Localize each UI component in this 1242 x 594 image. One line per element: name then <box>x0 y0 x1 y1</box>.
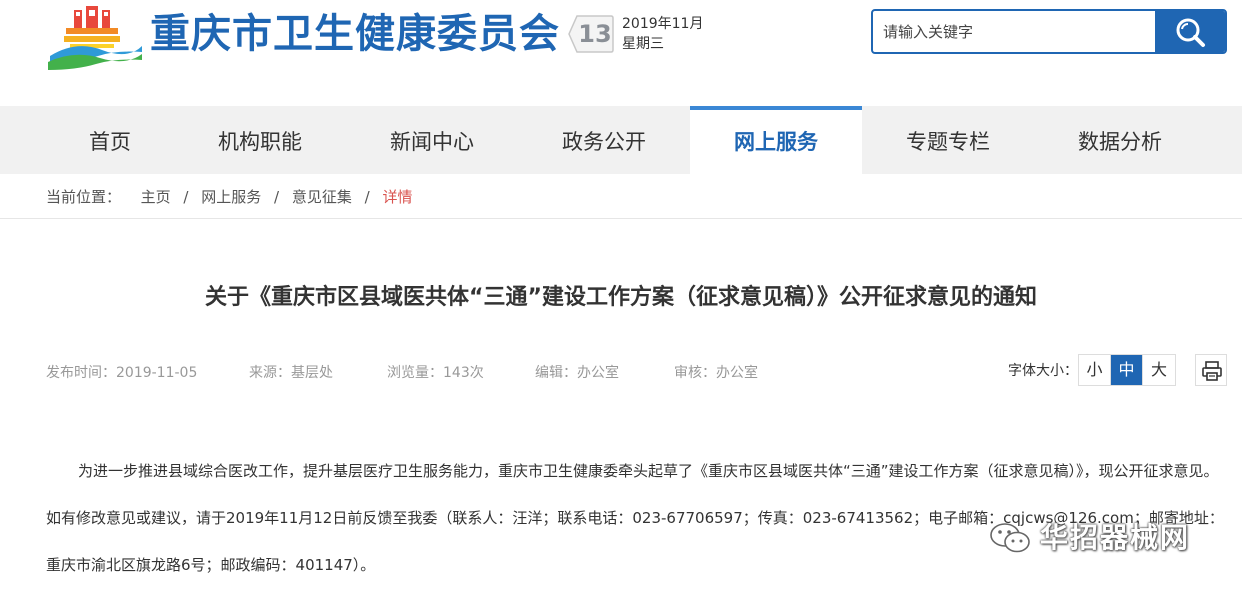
wechat-icon <box>990 523 1030 553</box>
nav-item-data-analysis[interactable]: 数据分析 <box>1034 106 1206 174</box>
breadcrumb-current: 详情 <box>382 188 413 206</box>
date-day: 13 <box>578 20 612 48</box>
print-button[interactable] <box>1195 354 1227 386</box>
font-size-selector: 小 中 大 <box>1078 354 1176 386</box>
font-size-small-button[interactable]: 小 <box>1079 355 1111 385</box>
nav-item-institution[interactable]: 机构职能 <box>174 106 346 174</box>
meta-views: 浏览量：143次 <box>387 365 484 381</box>
meta-reviewer: 审核：办公室 <box>674 365 758 381</box>
breadcrumb-separator: / <box>274 188 280 206</box>
font-size-label: 字体大小： <box>1008 363 1078 379</box>
main-nav: 首页 机构职能 新闻中心 政务公开 网上服务 专题专栏 数据分析 <box>0 106 1242 174</box>
date-weekday: 星期三 <box>622 36 664 52</box>
nav-item-home[interactable]: 首页 <box>46 106 174 174</box>
search-input[interactable] <box>873 11 1157 52</box>
breadcrumb-item-home[interactable]: 主页 <box>141 188 171 206</box>
watermark-text: 华招器械网 <box>1040 521 1191 554</box>
article-title: 关于《重庆市区县域医共体“三通”建设工作方案（征求意见稿）》公开征求意见的通知 <box>205 285 1037 310</box>
nav-item-news[interactable]: 新闻中心 <box>346 106 518 174</box>
date-text: 2019年11月 星期三 <box>622 14 703 54</box>
breadcrumb-label: 当前位置： <box>46 188 122 206</box>
watermark: 华招器械网 <box>988 516 1190 560</box>
printer-icon <box>1202 361 1222 381</box>
site-header: 重庆市卫生健康委员会 13 2019年11月 星期三 <box>0 0 1242 106</box>
date-month: 2019年11月 <box>622 16 704 32</box>
breadcrumb-separator: / <box>364 188 370 206</box>
breadcrumb-item-consultation[interactable]: 意见征集 <box>292 188 352 206</box>
nav-item-online-service[interactable]: 网上服务 <box>690 106 862 174</box>
date-badge: 13 <box>567 14 615 54</box>
logo-icon[interactable] <box>46 6 146 70</box>
search-icon <box>1176 18 1205 47</box>
font-size-medium-button[interactable]: 中 <box>1111 355 1143 385</box>
meta-editor: 编辑：办公室 <box>535 365 619 381</box>
meta-source: 来源：基层处 <box>249 365 333 381</box>
search-box <box>871 9 1227 54</box>
meta-publish-time: 发布时间：2019-11-05 <box>46 365 198 381</box>
font-size-large-button[interactable]: 大 <box>1143 355 1175 385</box>
breadcrumb-divider <box>0 218 1242 219</box>
site-title: 重庆市卫生健康委员会 <box>150 11 560 57</box>
breadcrumb-separator: / <box>183 188 189 206</box>
nav-item-special-topics[interactable]: 专题专栏 <box>862 106 1034 174</box>
nav-item-government-affairs[interactable]: 政务公开 <box>518 106 690 174</box>
breadcrumb-item-online-service[interactable]: 网上服务 <box>201 188 261 206</box>
breadcrumb: 当前位置： 主页 / 网上服务 / 意见征集 / 详情 <box>46 186 413 208</box>
search-button[interactable] <box>1155 11 1225 52</box>
